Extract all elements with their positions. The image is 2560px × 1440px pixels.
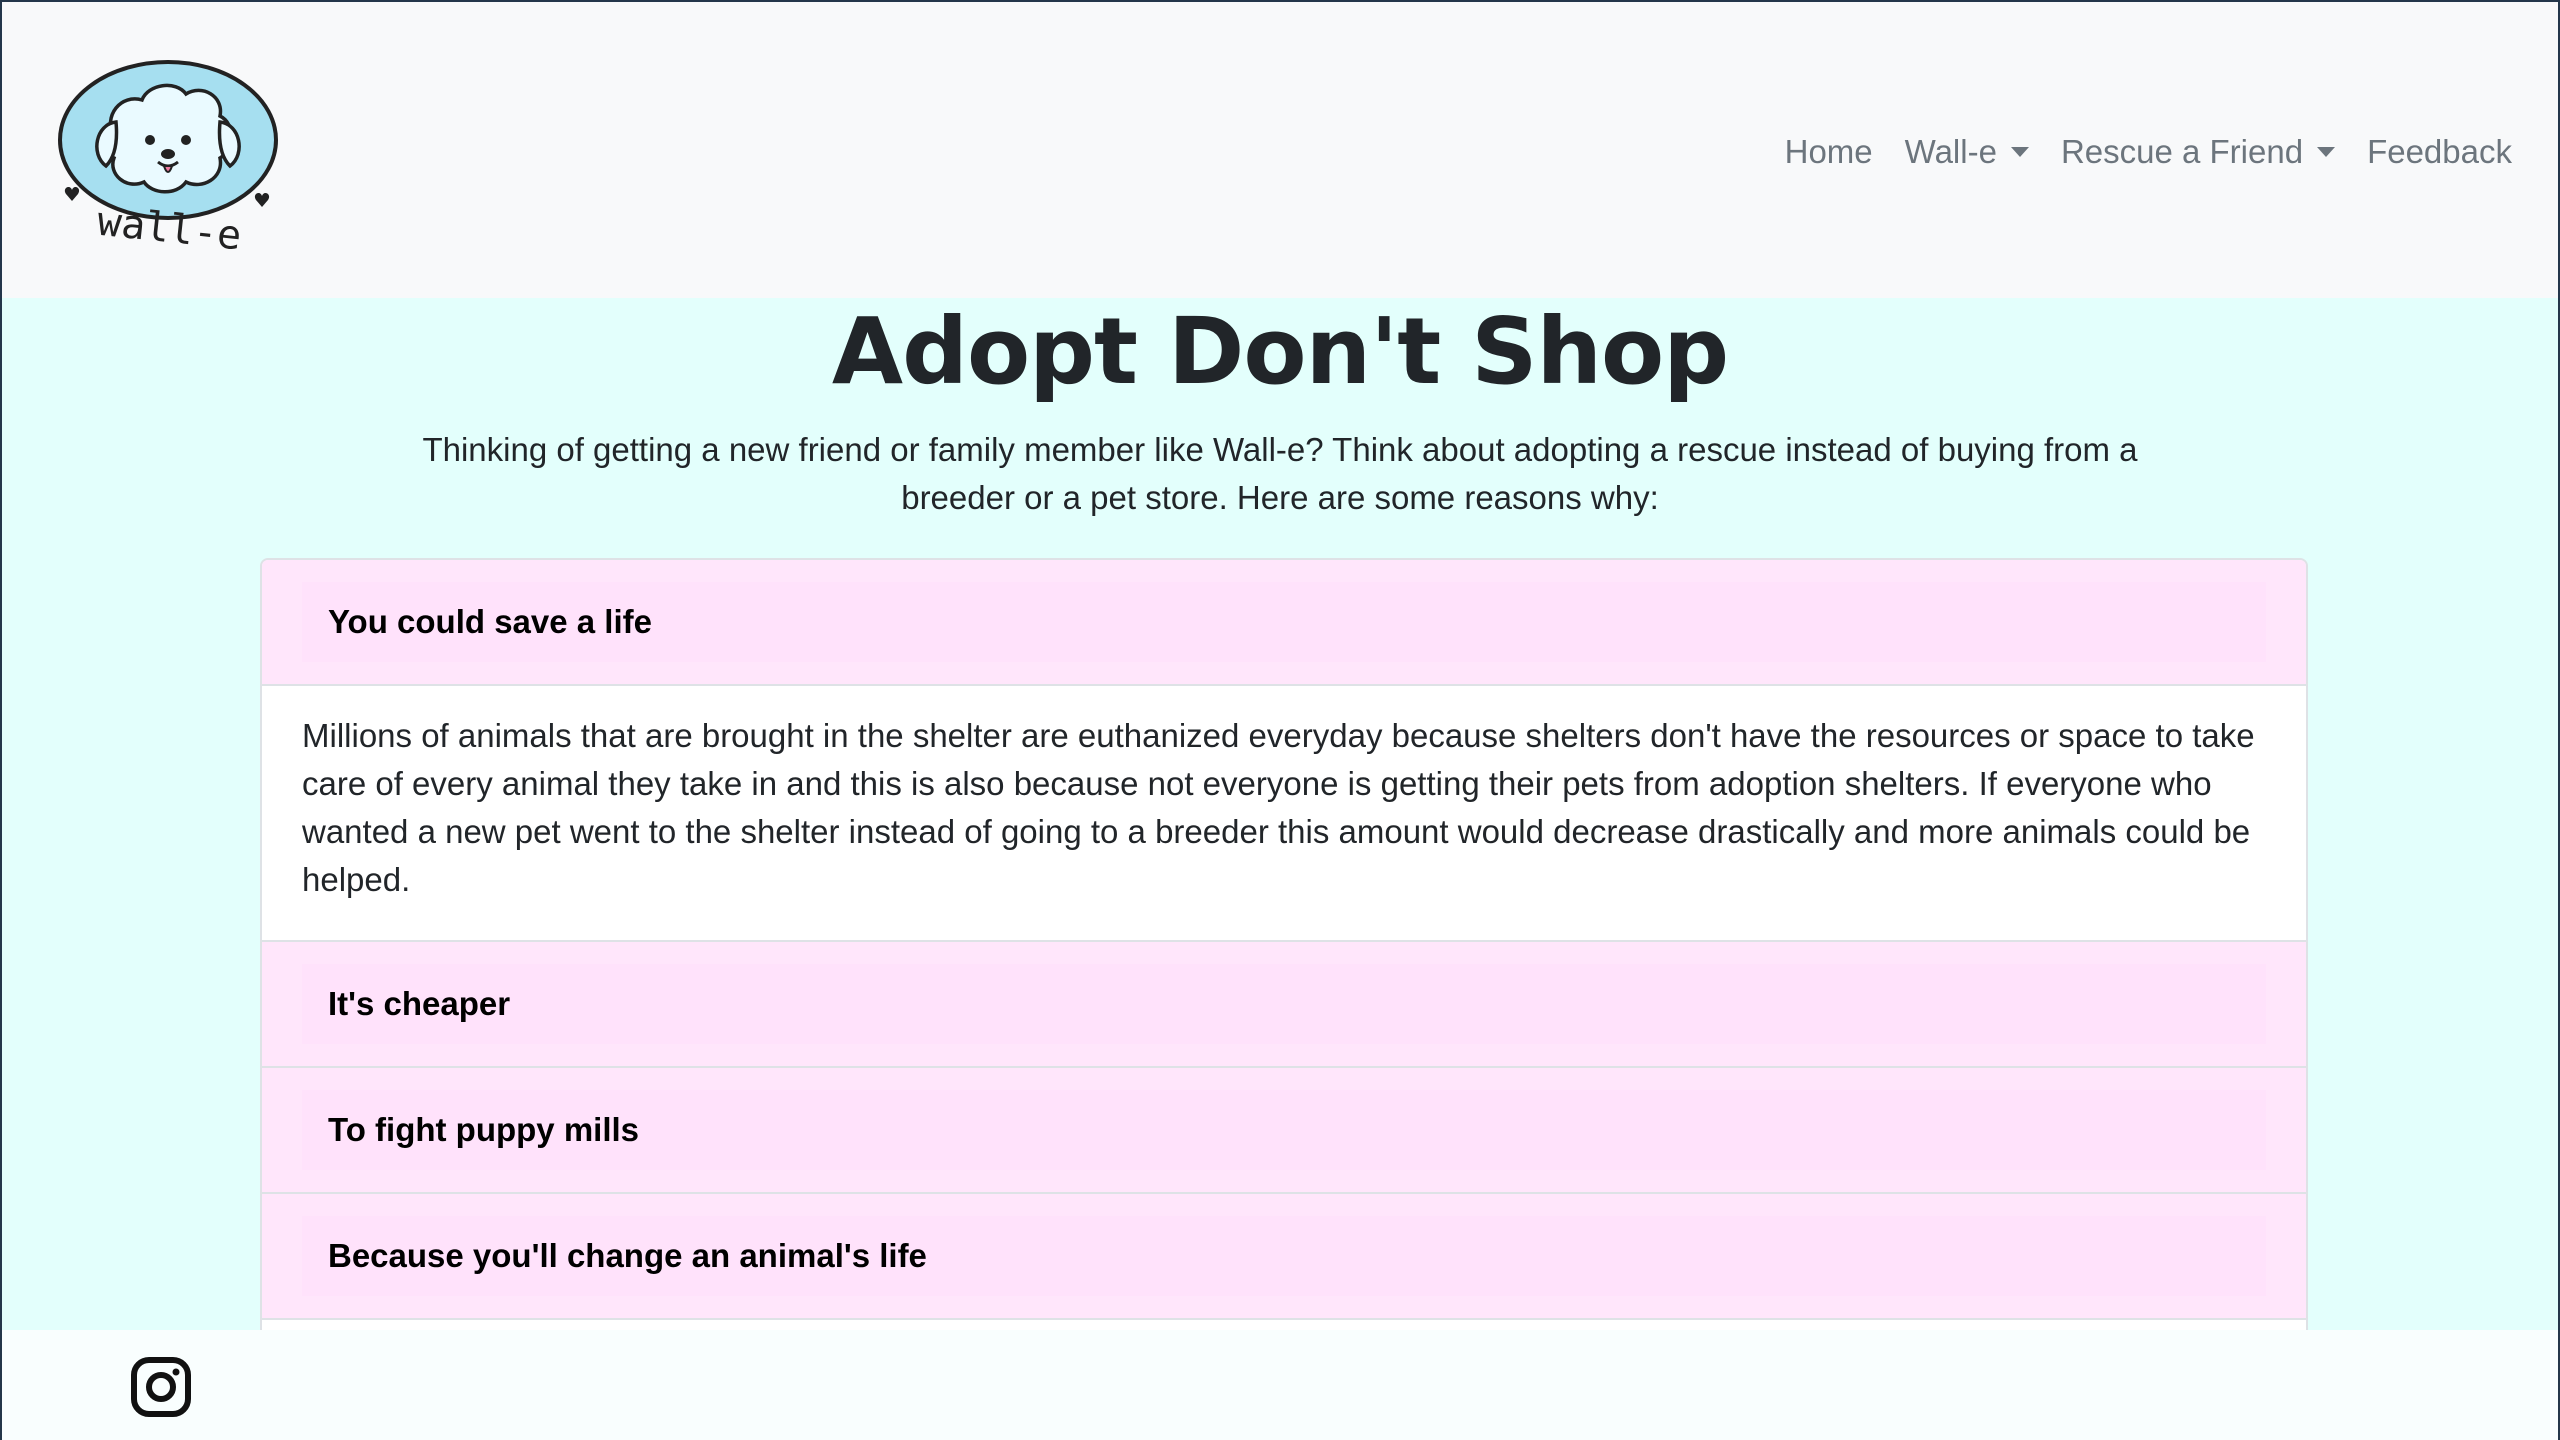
nav-home-link[interactable]: Home (1769, 133, 1889, 171)
nav-rescue-label: Rescue a Friend (2060, 133, 2304, 170)
intro-text: Thinking of getting a new friend or fami… (422, 431, 2138, 516)
instagram-link[interactable] (130, 1356, 192, 1418)
nav-links: Home Wall-e Rescue a Friend Feedback (1769, 122, 2528, 182)
nav-feedback-label: Feedback (2367, 133, 2512, 170)
page-title: Adopt Don't Shop (831, 298, 1729, 405)
accordion-item: Because you'll change an animal's life (262, 1194, 2306, 1320)
dog-logo-icon: wall-e (58, 60, 278, 259)
browser-viewport: wall-e Home Wall-e Rescue a Friend Feedb… (2, 2, 2558, 1440)
accordion-toggle-save-a-life[interactable]: You could save a life (302, 582, 2266, 662)
brand-logo-link[interactable]: wall-e (52, 54, 284, 264)
nav-home-label: Home (1784, 133, 1873, 170)
accordion-title: It's cheaper (328, 985, 511, 1022)
accordion-item: You could save a life Millions of animal… (262, 560, 2306, 942)
reasons-accordion: You could save a life Millions of animal… (260, 558, 2308, 1342)
accordion-header: To fight puppy mills (262, 1068, 2306, 1192)
accordion-toggle-puppy-mills[interactable]: To fight puppy mills (302, 1090, 2266, 1170)
nav-rescue-dropdown[interactable]: Rescue a Friend (2045, 133, 2351, 171)
accordion-toggle-cheaper[interactable]: It's cheaper (302, 964, 2266, 1044)
accordion-title: You could save a life (328, 603, 652, 640)
instagram-icon (131, 1357, 191, 1417)
caret-down-icon (2317, 147, 2336, 157)
caret-down-icon (2010, 147, 2029, 157)
accordion-header: You could save a life (262, 560, 2306, 684)
accordion-item: To fight puppy mills (262, 1068, 2306, 1194)
accordion-header: Because you'll change an animal's life (262, 1194, 2306, 1318)
nav-walle-dropdown[interactable]: Wall-e (1889, 133, 2045, 171)
nav-feedback-link[interactable]: Feedback (2351, 133, 2528, 171)
accordion-title: Because you'll change an animal's life (328, 1237, 927, 1274)
accordion-title: To fight puppy mills (328, 1111, 640, 1148)
footer (2, 1330, 2558, 1440)
navbar: wall-e Home Wall-e Rescue a Friend Feedb… (2, 2, 2558, 298)
accordion-item: It's cheaper (262, 942, 2306, 1068)
accordion-body: Millions of animals that are brought in … (262, 684, 2306, 940)
accordion-header: It's cheaper (262, 942, 2306, 1066)
accordion-toggle-change-life[interactable]: Because you'll change an animal's life (302, 1216, 2266, 1296)
nav-walle-label: Wall-e (1904, 133, 1997, 170)
